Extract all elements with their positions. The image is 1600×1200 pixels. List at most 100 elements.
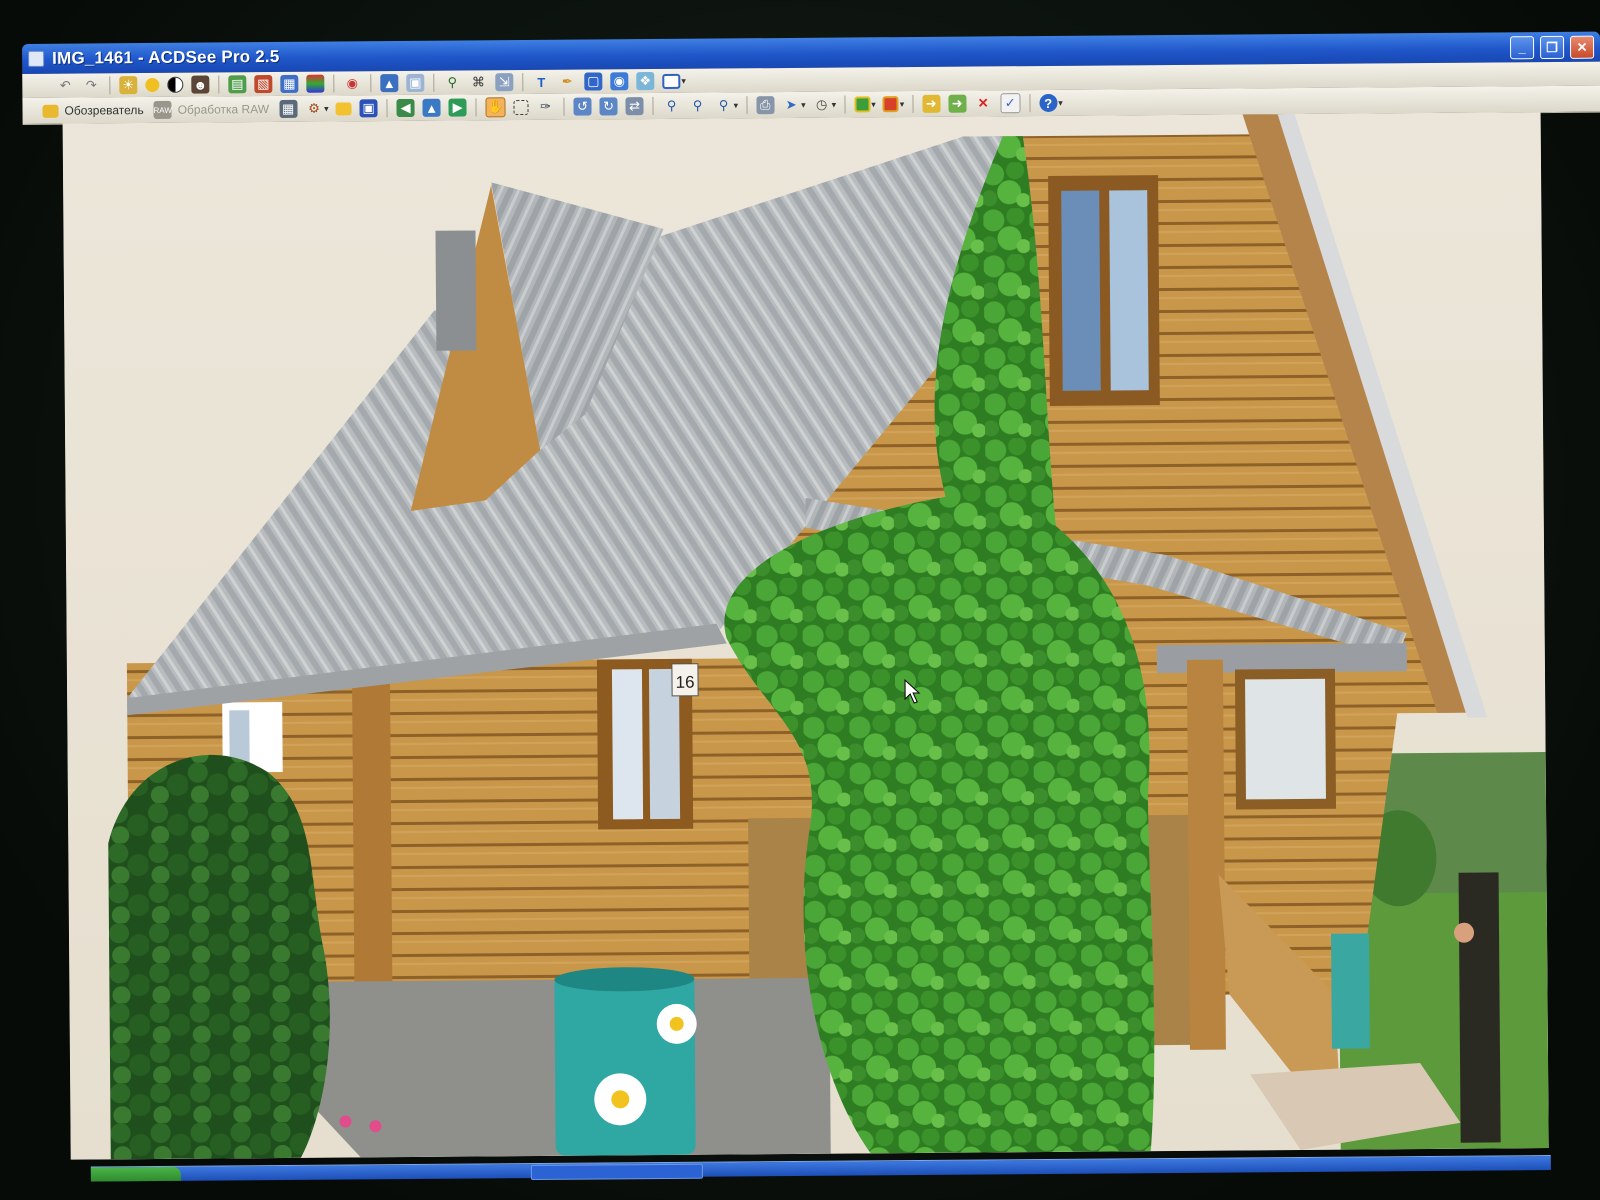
tools-icon[interactable]: ⚙ <box>305 100 323 118</box>
tag-green-icon[interactable] <box>854 96 871 113</box>
minimize-button[interactable]: _ <box>1509 36 1535 60</box>
tag-red-icon[interactable] <box>882 96 899 113</box>
next-image-icon[interactable]: ▶ <box>448 98 467 117</box>
acdsee-window: IMG_1461 - ACDSee Pro 2.5 _ ❐ ✕ ↶ ↷ ☀ ☻ … <box>22 31 1600 1200</box>
effects-icon[interactable]: ❖ <box>636 72 655 91</box>
left-shrub <box>108 754 330 1160</box>
red-eye-icon[interactable]: ☻ <box>191 75 210 94</box>
toolbar-separator <box>475 98 477 117</box>
toolbar-separator <box>370 74 372 93</box>
pink-flower <box>369 1120 382 1133</box>
zoom-tool-icon[interactable]: ⚲ <box>443 74 461 92</box>
zoom-dropdown-arrow[interactable]: ▾ <box>734 100 739 111</box>
label-dropdown-arrow[interactable]: ▾ <box>900 99 905 110</box>
help-dropdown-arrow[interactable]: ▾ <box>1058 97 1063 108</box>
timer-icon[interactable]: ◷ <box>813 96 831 114</box>
delete-icon[interactable]: ✕ <box>974 94 992 112</box>
properties-icon[interactable]: ▦ <box>278 99 298 118</box>
frame-icon[interactable] <box>662 73 681 89</box>
contrast-icon[interactable] <box>167 76 184 93</box>
print-icon[interactable]: ⎙ <box>756 96 775 115</box>
window-title: IMG_1461 - ACDSee Pro 2.5 <box>52 46 280 68</box>
toolbar-separator <box>218 75 220 94</box>
start-button[interactable] <box>90 1166 181 1182</box>
blur-icon[interactable]: ▣ <box>406 73 425 92</box>
porch-post <box>1186 659 1226 1050</box>
toolbar-separator <box>652 97 654 116</box>
undo-icon[interactable]: ↶ <box>56 77 74 95</box>
folder-icon[interactable] <box>42 104 59 118</box>
rotate-right-icon[interactable]: ↻ <box>599 97 618 116</box>
chimney <box>435 230 477 351</box>
hand-tool-icon[interactable]: ✋ <box>485 97 506 118</box>
curves-icon[interactable]: ▧ <box>254 75 273 94</box>
flip-icon[interactable]: ⇄ <box>625 97 644 116</box>
toolbar-separator <box>522 73 524 92</box>
save-icon[interactable]: ▣ <box>359 99 378 118</box>
window-controls: _ ❐ ✕ <box>1509 35 1595 60</box>
toolbar-separator <box>109 76 111 95</box>
toolbar-separator <box>563 97 565 116</box>
taskbar-item-acdsee[interactable] <box>530 1163 703 1181</box>
light-icon[interactable] <box>145 77 160 93</box>
taskbar <box>90 1155 1551 1182</box>
timer-dropdown-arrow[interactable]: ▾ <box>832 99 837 110</box>
move-to-folder-icon[interactable]: ➜ <box>948 94 967 113</box>
image-viewer[interactable]: 16 <box>62 112 1549 1160</box>
side-barrel <box>1331 933 1370 1049</box>
vignette-icon[interactable]: ◉ <box>610 72 629 91</box>
brush-icon[interactable]: ✒ <box>558 73 576 91</box>
maximize-button[interactable]: ❐ <box>1539 35 1565 60</box>
open-icon[interactable] <box>335 101 352 116</box>
help-icon[interactable]: ? <box>1039 93 1058 113</box>
daisy-center <box>611 1090 630 1109</box>
auto-exposure-icon[interactable]: ☀ <box>119 76 138 95</box>
share-dropdown-arrow[interactable]: ▾ <box>801 99 806 110</box>
text-icon[interactable]: T <box>532 73 550 91</box>
app-icon <box>28 50 45 67</box>
copy-to-folder-icon[interactable]: ➜ <box>922 94 941 113</box>
color-balance-icon[interactable]: ▦ <box>280 74 299 93</box>
porch-window-glass <box>1245 678 1326 800</box>
zoom-icon[interactable]: ⚲ <box>715 96 733 114</box>
toolbar-separator <box>844 95 846 114</box>
gable-window-glass <box>1061 190 1101 391</box>
tag-dropdown-arrow[interactable]: ▾ <box>871 99 876 110</box>
person <box>1458 872 1501 1143</box>
toolbar-separator <box>386 99 388 118</box>
crop-icon[interactable]: ⌘ <box>469 73 487 91</box>
toolbar-separator <box>912 95 914 114</box>
corner-post <box>352 681 393 992</box>
share-icon[interactable]: ➤ <box>782 96 800 114</box>
painted-barrel <box>554 973 696 1156</box>
border-icon[interactable]: ▢ <box>584 72 603 91</box>
tools-dropdown-arrow[interactable]: ▾ <box>324 103 329 114</box>
person-hand <box>1454 922 1475 943</box>
zoom-out-icon[interactable]: ⚲ <box>689 97 707 115</box>
slideshow-icon[interactable]: ▲ <box>422 98 441 117</box>
toolbar-separator <box>333 74 335 93</box>
eye-icon[interactable]: ◉ <box>343 74 361 92</box>
zoom-in-icon[interactable]: ⚲ <box>663 97 681 115</box>
prev-image-icon[interactable]: ◀ <box>396 98 415 118</box>
resize-icon[interactable]: ⇲ <box>495 73 514 92</box>
close-button[interactable]: ✕ <box>1569 35 1595 59</box>
toolbar-separator <box>1029 94 1031 113</box>
gable-window-glass <box>1109 190 1149 391</box>
redo-icon[interactable]: ↷ <box>82 76 100 94</box>
rotate-left-icon[interactable]: ↺ <box>573 97 592 116</box>
select-tool-icon[interactable] <box>513 99 529 115</box>
browse-button[interactable]: Обозреватель <box>64 103 143 118</box>
edit-properties-icon[interactable]: ✓ <box>1000 93 1021 114</box>
frame-dropdown-arrow[interactable]: ▾ <box>681 75 686 86</box>
process-raw-button[interactable]: Обработка RAW <box>178 102 270 117</box>
sharpen-icon[interactable]: ▲ <box>380 74 399 93</box>
toolbar-separator <box>746 96 748 115</box>
color-icon[interactable] <box>306 74 325 93</box>
house-number: 16 <box>675 673 694 692</box>
raw-icon[interactable]: RAW <box>153 100 172 119</box>
daisy-center <box>669 1016 684 1031</box>
eyedropper-icon[interactable]: ✑ <box>537 98 555 116</box>
levels-icon[interactable]: ▤ <box>228 75 247 94</box>
front-window-glass <box>611 669 644 820</box>
